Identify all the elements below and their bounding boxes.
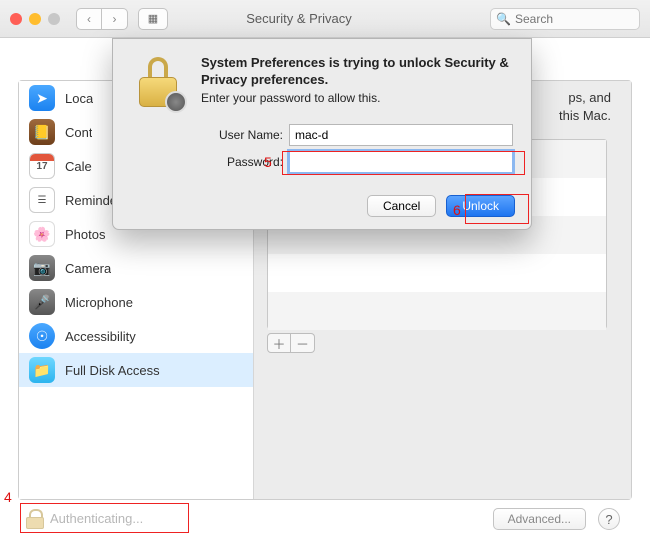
annotation-box-unlock <box>465 194 529 224</box>
add-button[interactable]: ＋ <box>267 333 291 353</box>
contacts-icon: 📒 <box>29 119 55 145</box>
annotation-box-lock <box>20 503 189 533</box>
sidebar-item-label: Camera <box>65 261 111 276</box>
microphone-icon: 🎤 <box>29 289 55 315</box>
sidebar-item-label: Loca <box>65 91 93 106</box>
minimize-window-button[interactable] <box>29 13 41 25</box>
annotation-4: 4 <box>4 489 12 505</box>
sidebar-item-label: Accessibility <box>65 329 136 344</box>
sidebar-item-microphone[interactable]: 🎤 Microphone <box>19 285 253 319</box>
window-title: Security & Privacy <box>118 11 480 26</box>
back-button[interactable]: ‹ <box>76 8 102 30</box>
chevron-right-icon: › <box>113 12 117 26</box>
sidebar-item-label: Cont <box>65 125 92 140</box>
dialog-subtitle: Enter your password to allow this. <box>201 91 380 105</box>
search-icon: 🔍 <box>496 12 511 26</box>
accessibility-icon: ☉ <box>29 323 55 349</box>
camera-icon: 📷 <box>29 255 55 281</box>
dialog-title: System Preferences is trying to unlock S… <box>201 55 513 89</box>
reminders-icon: ☰ <box>29 187 55 213</box>
help-button[interactable]: ? <box>598 508 620 530</box>
app-list-row <box>268 292 606 330</box>
username-input[interactable] <box>289 124 513 146</box>
annotation-5: 5 <box>264 154 272 170</box>
sidebar-item-full-disk-access[interactable]: 📁 Full Disk Access <box>19 353 253 387</box>
sidebar-item-label: Microphone <box>65 295 133 310</box>
chevron-left-icon: ‹ <box>87 12 91 26</box>
sidebar-item-accessibility[interactable]: ☉ Accessibility <box>19 319 253 353</box>
sidebar-item-label: Cale <box>65 159 92 174</box>
zoom-window-button[interactable] <box>48 13 60 25</box>
annotation-box-password <box>282 151 525 175</box>
sidebar-item-label: Full Disk Access <box>65 363 160 378</box>
add-remove-controls: ＋ － <box>267 333 315 353</box>
sidebar-item-label: Photos <box>65 227 105 242</box>
cancel-button[interactable]: Cancel <box>367 195 436 217</box>
username-row: User Name: <box>201 124 513 146</box>
lock-large-icon <box>131 57 185 111</box>
window-controls <box>10 13 60 25</box>
sidebar-item-camera[interactable]: 📷 Camera <box>19 251 253 285</box>
remove-button[interactable]: － <box>291 333 315 353</box>
location-icon: ➤ <box>29 85 55 111</box>
advanced-button[interactable]: Advanced... <box>493 508 586 530</box>
photos-icon: 🌸 <box>29 221 55 247</box>
search-input[interactable] <box>490 8 640 30</box>
app-list-row <box>268 254 606 292</box>
folder-icon: 📁 <box>29 357 55 383</box>
calendar-icon: 17 <box>29 153 55 179</box>
annotation-6: 6 <box>453 202 461 218</box>
username-label: User Name: <box>201 128 283 142</box>
search-wrap: 🔍 <box>490 8 640 30</box>
close-window-button[interactable] <box>10 13 22 25</box>
window-titlebar: ‹ › ▦ Security & Privacy 🔍 <box>0 0 650 38</box>
